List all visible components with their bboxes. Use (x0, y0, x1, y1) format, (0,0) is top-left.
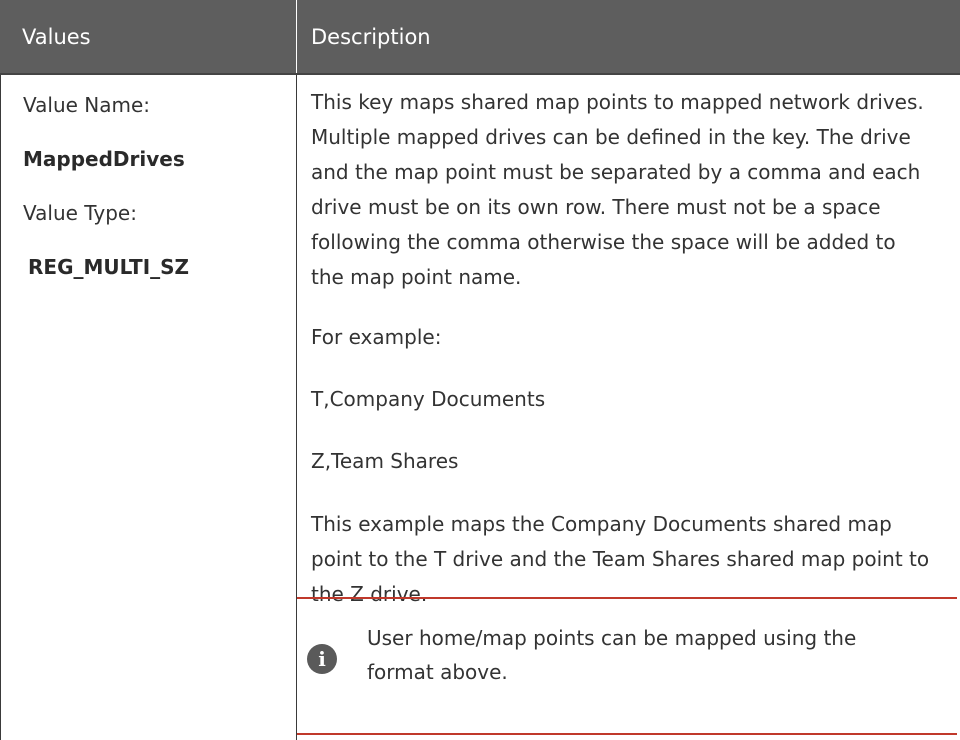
value-name-label: Value Name: (23, 93, 151, 117)
table-body: Value Name: MappedDrives Value Type: REG… (0, 75, 960, 740)
registry-values-table: Values Description Value Name: MappedDri… (0, 0, 960, 740)
description-cell: This key maps shared map points to mappe… (297, 75, 960, 740)
note-text: User home/map points can be mapped using… (367, 626, 857, 684)
table-header: Values Description (0, 0, 960, 75)
info-icon: i (307, 644, 337, 674)
note-box: i User home/map points can be mapped usi… (297, 597, 957, 735)
values-cell: Value Name: MappedDrives Value Type: REG… (1, 75, 297, 740)
example-line-1: T,Company Documents (311, 387, 546, 411)
value-type: REG_MULTI_SZ (28, 255, 190, 279)
example-line-2: Z,Team Shares (311, 449, 459, 473)
value-type-label: Value Type: (23, 201, 137, 225)
value-name: MappedDrives (23, 147, 185, 171)
header-values: Values (22, 25, 91, 49)
header-description: Description (296, 0, 960, 73)
example-label: For example: (311, 325, 442, 349)
description-intro: This key maps shared map points to mappe… (311, 90, 924, 289)
